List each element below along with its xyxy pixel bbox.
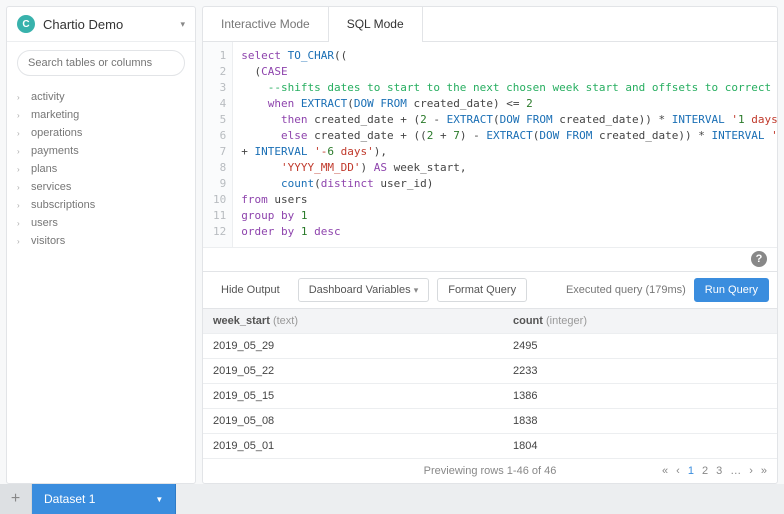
query-toolbar: Hide Output Dashboard Variables ▾ Format… [203, 271, 777, 309]
sql-editor[interactable]: 123456789101112 select TO_CHAR(( (CASE -… [203, 42, 777, 247]
sidebar: C Chartio Demo ▾ ›activity›marketing›ope… [6, 6, 196, 484]
table-item-activity[interactable]: ›activity [13, 88, 189, 106]
table-row[interactable]: 2019_05_151386 [203, 384, 777, 409]
content-panel: Interactive Mode SQL Mode 12345678910111… [202, 6, 778, 484]
chevron-right-icon: › [17, 237, 27, 246]
help-icon[interactable]: ? [751, 251, 767, 267]
dashboard-variables-button[interactable]: Dashboard Variables ▾ [298, 278, 430, 302]
results-table: week_start (text) count (integer) 2019_0… [203, 309, 777, 483]
chevron-right-icon: › [17, 111, 27, 120]
chevron-right-icon: › [17, 219, 27, 228]
datasource-selector[interactable]: C Chartio Demo ▾ [7, 7, 195, 42]
hide-output-button[interactable]: Hide Output [211, 279, 290, 301]
pager-last-icon[interactable]: » [761, 465, 767, 477]
run-query-button[interactable]: Run Query [694, 278, 769, 302]
table-tree: ›activity›marketing›operations›payments›… [7, 84, 195, 254]
mode-tabs: Interactive Mode SQL Mode [203, 7, 777, 42]
table-item-payments[interactable]: ›payments [13, 142, 189, 160]
chevron-right-icon: › [17, 201, 27, 210]
table-row[interactable]: 2019_05_292495 [203, 334, 777, 359]
chevron-right-icon: › [17, 165, 27, 174]
chevron-down-icon: ▼ [155, 495, 163, 504]
chevron-right-icon: › [17, 147, 27, 156]
table-item-plans[interactable]: ›plans [13, 160, 189, 178]
format-query-button[interactable]: Format Query [437, 278, 527, 302]
pager-more: … [730, 465, 741, 477]
chevron-right-icon: › [17, 129, 27, 138]
chevron-right-icon: › [17, 183, 27, 192]
pager-page[interactable]: 1 [688, 465, 694, 477]
datasource-logo: C [17, 15, 35, 33]
dataset-bar: + Dataset 1 ▼ [0, 484, 784, 514]
dataset-tab[interactable]: Dataset 1 ▼ [32, 484, 176, 514]
search-input[interactable] [17, 50, 185, 76]
pager-first-icon[interactable]: « [662, 465, 668, 477]
datasource-name: Chartio Demo [43, 17, 180, 32]
table-row[interactable]: 2019_05_011804 [203, 434, 777, 459]
table-item-subscriptions[interactable]: ›subscriptions [13, 196, 189, 214]
preview-text: Previewing rows 1-46 of 46 [424, 465, 557, 477]
table-item-operations[interactable]: ›operations [13, 124, 189, 142]
results-pager: Previewing rows 1-46 of 46 « ‹ 1 2 3 … ›… [203, 459, 777, 483]
pager-next-icon[interactable]: › [749, 465, 753, 477]
add-dataset-button[interactable]: + [0, 484, 32, 514]
tab-interactive-mode[interactable]: Interactive Mode [203, 7, 329, 41]
results-header: week_start (text) count (integer) [203, 309, 777, 334]
table-item-users[interactable]: ›users [13, 214, 189, 232]
chevron-right-icon: › [17, 93, 27, 102]
table-item-marketing[interactable]: ›marketing [13, 106, 189, 124]
pager-page[interactable]: 3 [716, 465, 722, 477]
tab-sql-mode[interactable]: SQL Mode [329, 7, 423, 41]
pager-page[interactable]: 2 [702, 465, 708, 477]
pager-prev-icon[interactable]: ‹ [676, 465, 680, 477]
table-row[interactable]: 2019_05_222233 [203, 359, 777, 384]
sql-code[interactable]: select TO_CHAR(( (CASE --shifts dates to… [233, 42, 777, 247]
table-item-services[interactable]: ›services [13, 178, 189, 196]
caret-down-icon: ▾ [414, 285, 419, 295]
line-gutter: 123456789101112 [203, 42, 233, 247]
execution-status: Executed query (179ms) [566, 284, 686, 296]
table-row[interactable]: 2019_05_081838 [203, 409, 777, 434]
table-item-visitors[interactable]: ›visitors [13, 232, 189, 250]
caret-down-icon: ▾ [180, 19, 185, 30]
